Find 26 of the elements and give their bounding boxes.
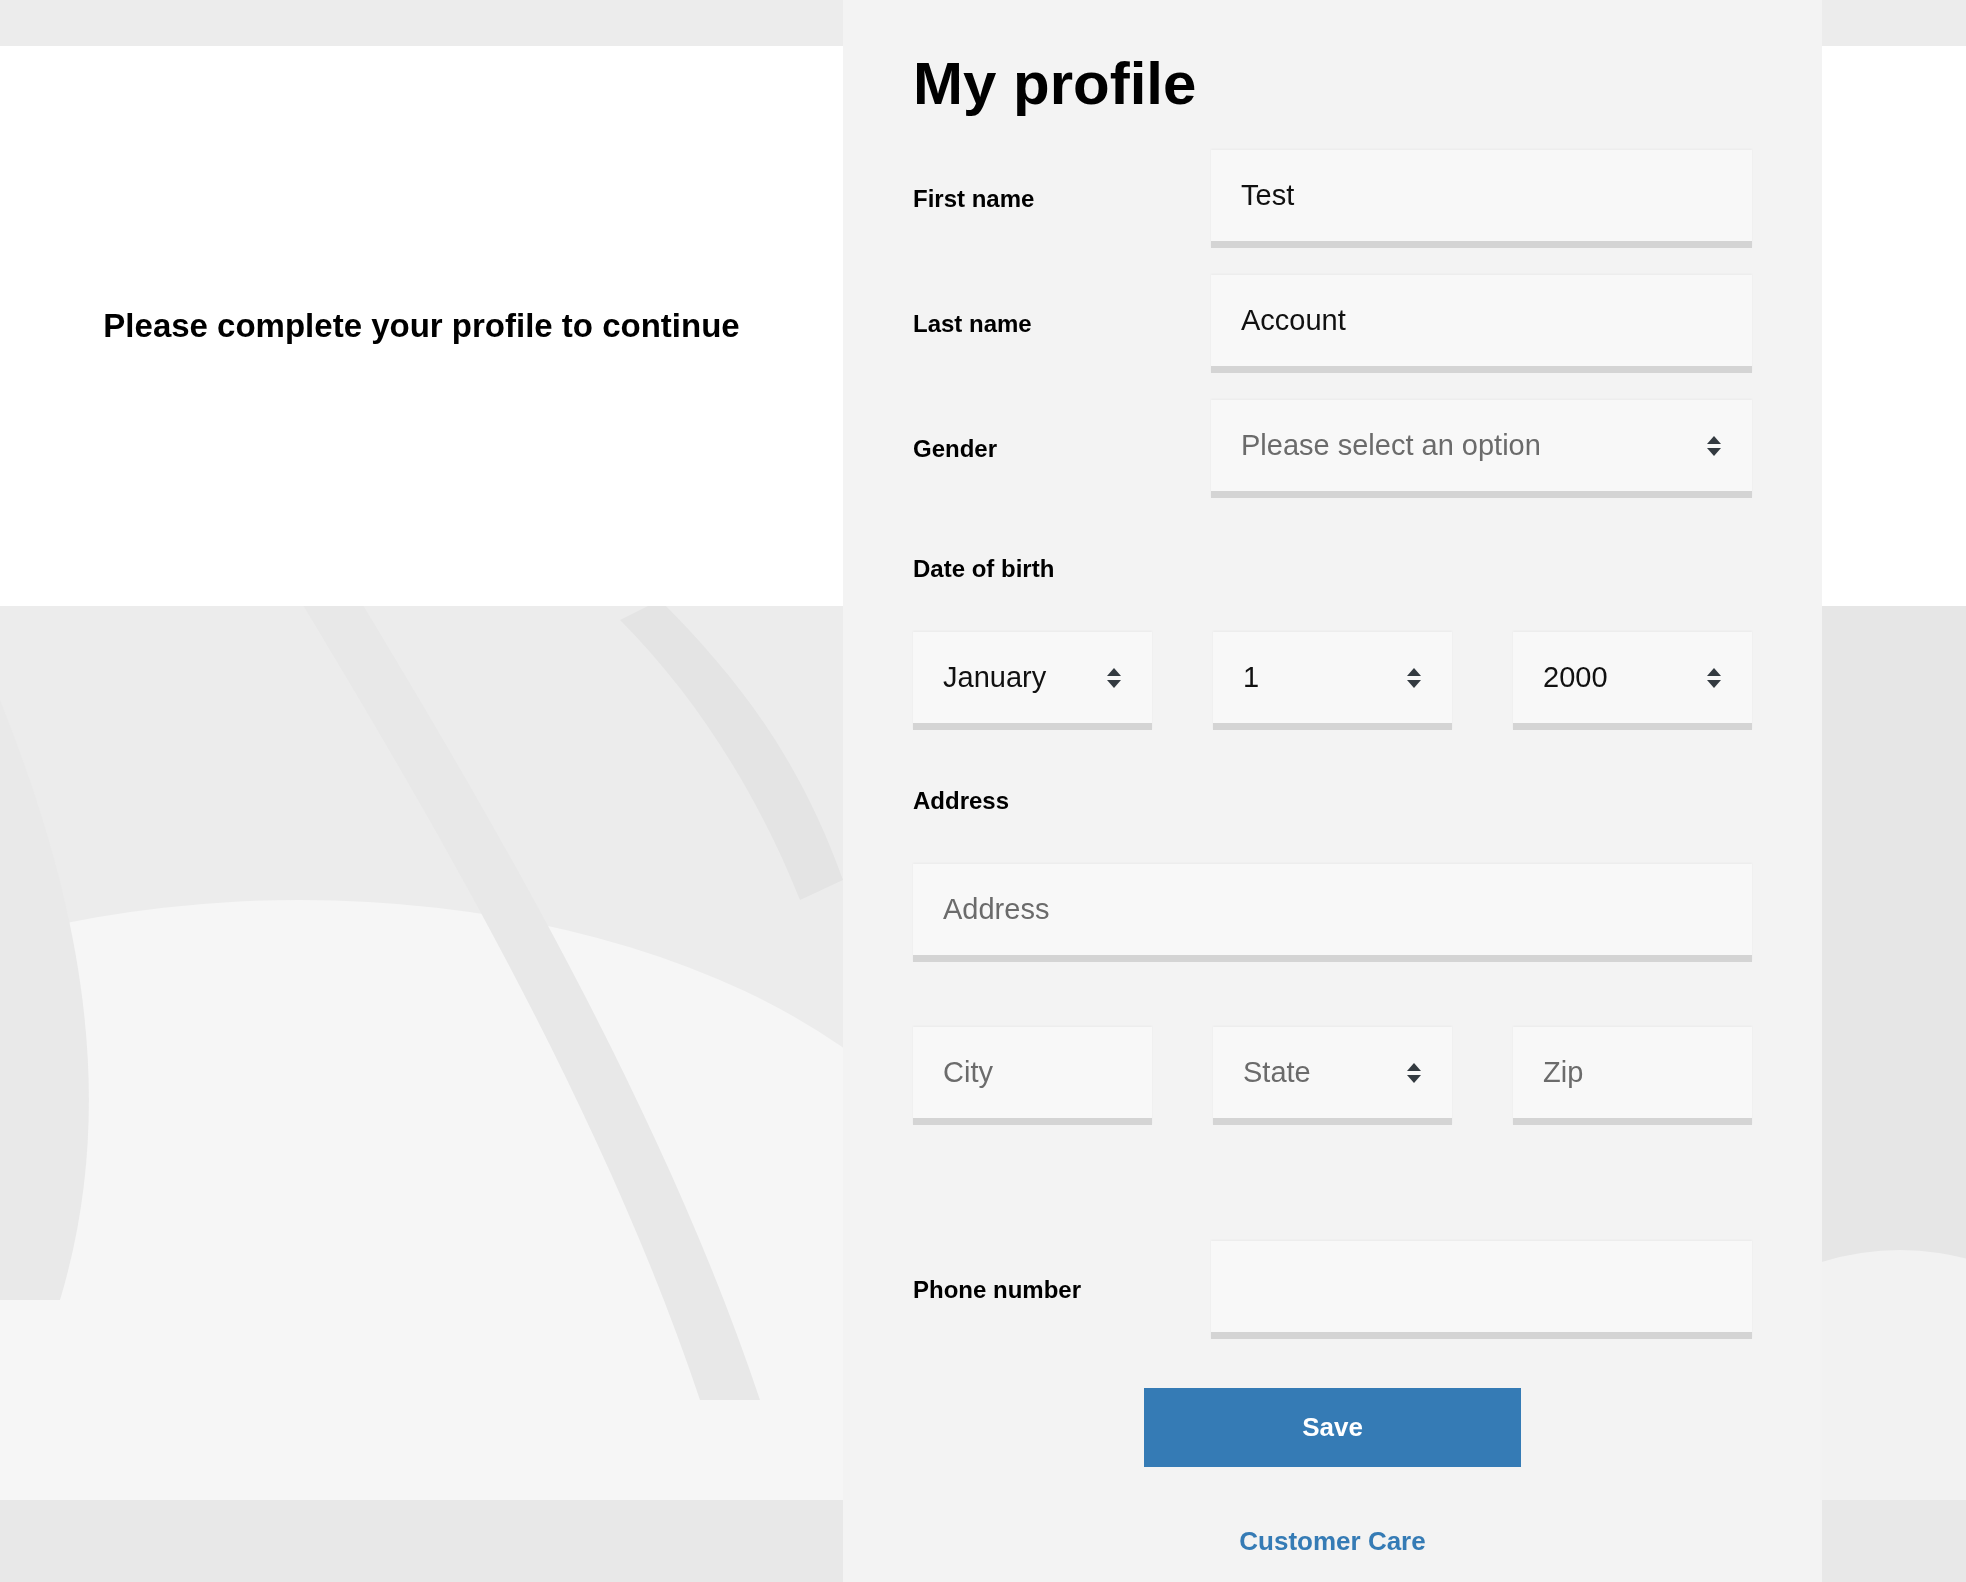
input-field[interactable]: City bbox=[913, 1027, 1152, 1125]
select-field[interactable]: State bbox=[1213, 1027, 1452, 1125]
up-down-arrows-icon bbox=[1106, 666, 1122, 689]
input-field[interactable]: Address bbox=[913, 864, 1752, 962]
save-button[interactable]: Save bbox=[1144, 1388, 1521, 1467]
up-down-arrows-icon bbox=[1706, 434, 1722, 457]
select-field[interactable]: Please select an option bbox=[1211, 400, 1752, 498]
up-down-arrows-icon bbox=[1406, 666, 1422, 689]
select-field[interactable]: 2000 bbox=[1513, 632, 1752, 730]
up-down-arrows-icon bbox=[1406, 1061, 1422, 1084]
select-field[interactable]: January bbox=[913, 632, 1152, 730]
field-label: Address bbox=[913, 786, 1011, 816]
input-field[interactable]: Test bbox=[1211, 150, 1752, 248]
up-down-arrows-icon bbox=[1706, 666, 1722, 689]
field-label: Last name bbox=[913, 309, 1033, 339]
input-field[interactable]: Account bbox=[1211, 275, 1752, 373]
field-label: Phone number bbox=[913, 1275, 1082, 1305]
field-label: First name bbox=[913, 184, 1036, 214]
select-field[interactable]: 1 bbox=[1213, 632, 1452, 730]
page-title: My profile bbox=[913, 49, 1198, 119]
field-label: Date of birth bbox=[913, 554, 1056, 584]
intro-text: Please complete your profile to continue bbox=[103, 306, 740, 347]
input-field[interactable] bbox=[1211, 1241, 1752, 1339]
input-field[interactable]: Zip bbox=[1513, 1027, 1752, 1125]
field-label: Gender bbox=[913, 434, 999, 464]
customer-care-link[interactable]: Customer Care bbox=[1239, 1522, 1426, 1561]
